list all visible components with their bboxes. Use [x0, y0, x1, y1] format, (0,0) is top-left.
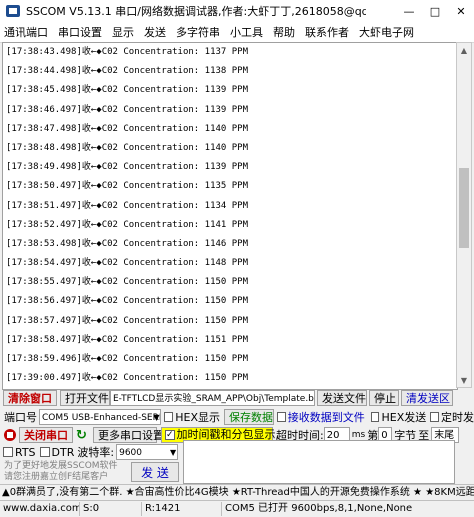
hex-send-label: HEX发送 — [381, 411, 427, 424]
receive-count: R:1421 — [142, 502, 222, 516]
status-bar: www.daxia.com S:0 R:1421 COM5 已打开 9600bp… — [0, 500, 474, 517]
open-file-button[interactable]: 打开文件 — [60, 390, 110, 406]
close-port-button[interactable]: 关闭串口 — [19, 427, 73, 443]
website-link[interactable]: www.daxia.com — [0, 502, 80, 516]
log-line: [17:38:56.497]收←◆C02 Concentration: 1150… — [6, 296, 248, 307]
log-line: [17:38:45.498]收←◆C02 Concentration: 1139… — [6, 85, 248, 96]
menu-item-port[interactable]: 通讯端口 — [0, 24, 54, 40]
scroll-thumb[interactable] — [459, 168, 469, 248]
port-select-value: COM5 USB-Enhanced-SERIAL C — [42, 413, 162, 423]
port-label: 端口号 — [4, 411, 37, 424]
port-select[interactable]: COM5 USB-Enhanced-SERIAL C ▼ — [39, 409, 162, 425]
menu-item-website[interactable]: 大虾电子网 — [355, 24, 420, 40]
log-line: [17:38:59.496]收←◆C02 Concentration: 1150… — [6, 354, 248, 364]
minimize-icon[interactable]: — — [396, 0, 422, 22]
scroll-down-icon[interactable]: ▼ — [457, 373, 471, 387]
send-input[interactable] — [183, 440, 455, 484]
save-data-button[interactable]: 保存数据 — [223, 409, 274, 425]
timed-send-label: 定时发 — [441, 411, 474, 424]
baud-label: 波特率: — [77, 446, 115, 459]
hex-send-checkbox[interactable] — [370, 412, 380, 422]
menu-item-contact[interactable]: 联系作者 — [301, 24, 355, 40]
send-file-button[interactable]: 发送文件 — [317, 390, 367, 406]
scroll-up-icon[interactable]: ▲ — [457, 43, 471, 57]
log-scrollbar[interactable]: ▲ ▼ — [456, 42, 472, 388]
file-toolbar: 清除窗口 打开文件 E-TFTLCD显示实验_SRAM_APP\Obj\Temp… — [0, 389, 474, 407]
log-line: [17:38:43.498]收←◆C02 Concentration: 1137… — [6, 47, 248, 57]
clear-send-button[interactable]: 清发送区 — [401, 390, 453, 406]
save-to-file-label: 接收数据到文件 — [287, 411, 365, 424]
more-settings-button[interactable]: 更多串口设置 — [93, 427, 164, 443]
receive-log[interactable]: [17:38:43.498]收←◆C02 Concentration: 1137… — [2, 42, 458, 390]
menu-item-help[interactable]: 帮助 — [269, 24, 301, 40]
log-line: [17:38:46.497]收←◆C02 Concentration: 1139… — [6, 104, 248, 115]
log-line: [17:38:57.497]收←◆C02 Concentration: 1150… — [6, 315, 248, 326]
log-line: [17:38:44.498]收←◆C02 Concentration: 1138… — [6, 66, 248, 77]
hex-display-label: HEX显示 — [175, 411, 220, 424]
chevron-down-icon: ▼ — [169, 448, 177, 457]
chevron-down-icon: ▼ — [153, 413, 160, 422]
title-bar: SSCOM V5.13.1 串口/网络数据调试器,作者:大虾丁丁,2618058… — [0, 0, 474, 22]
close-icon[interactable]: ✕ — [448, 0, 474, 22]
menu-item-tools[interactable]: 小工具 — [226, 24, 269, 40]
window-title: SSCOM V5.13.1 串口/网络数据调试器,作者:大虾丁丁,2618058… — [26, 5, 366, 18]
dtr-label: DTR — [51, 445, 75, 459]
hex-display-checkbox[interactable] — [164, 412, 174, 422]
maximize-icon[interactable]: □ — [422, 0, 448, 22]
log-line: [17:39:00.497]收←◆C02 Concentration: 1150… — [6, 373, 248, 384]
port-row: 端口号 COM5 USB-Enhanced-SERIAL C ▼ HEX显示 保… — [0, 408, 474, 426]
port-status: COM5 已打开 9600bps,8,1,None,None — [225, 503, 413, 514]
refresh-icon[interactable]: ↻ — [76, 428, 90, 443]
menu-item-send[interactable]: 发送 — [140, 24, 172, 40]
rts-label: RTS — [15, 445, 36, 459]
log-line: [17:38:47.498]收←◆C02 Concentration: 1140… — [6, 123, 248, 134]
save-to-file-checkbox[interactable] — [276, 412, 286, 422]
timed-send-checkbox[interactable] — [430, 412, 439, 422]
send-button[interactable]: 发 送 — [131, 462, 179, 482]
file-path-field[interactable]: E-TFTLCD显示实验_SRAM_APP\Obj\Template.bin — [110, 390, 315, 406]
log-line: [17:38:49.498]收←◆C02 Concentration: 1139… — [6, 162, 248, 173]
log-line: [17:38:48.498]收←◆C02 Concentration: 1140… — [6, 142, 248, 153]
timestamp-checkbox[interactable]: ✓ — [165, 430, 175, 440]
send-count: S:0 — [80, 502, 142, 516]
window-controls: — □ ✕ — [396, 0, 474, 22]
clear-window-button[interactable]: 清除窗口 — [3, 390, 57, 406]
log-line: [17:38:52.497]收←◆C02 Concentration: 1141… — [6, 219, 248, 230]
menu-bar: 通讯端口 串口设置 显示 发送 多字符串 小工具 帮助 联系作者 大虾电子网 — [0, 22, 474, 43]
stop-icon — [4, 429, 16, 441]
app-icon — [6, 5, 20, 17]
log-line: [17:38:58.497]收←◆C02 Concentration: 1151… — [6, 334, 248, 345]
baud-select[interactable]: 9600 ▼ — [116, 444, 179, 460]
log-line: [17:38:55.497]收←◆C02 Concentration: 1150… — [6, 277, 248, 288]
ms-label: ms — [351, 430, 366, 440]
menu-item-display[interactable]: 显示 — [108, 24, 140, 40]
log-line: [17:38:53.498]收←◆C02 Concentration: 1146… — [6, 238, 248, 249]
menu-item-serial-settings[interactable]: 串口设置 — [54, 24, 108, 40]
rts-checkbox[interactable] — [3, 447, 13, 457]
stop-button[interactable]: 停止 — [369, 390, 399, 406]
log-line: [17:38:51.497]收←◆C02 Concentration: 1134… — [6, 200, 248, 211]
log-line: [17:38:50.497]收←◆C02 Concentration: 1135… — [6, 181, 248, 192]
log-line: [17:38:54.497]收←◆C02 Concentration: 1148… — [6, 258, 248, 269]
news-ticker[interactable]: ▲0群满员了,没有第二个群. ★合宙高性价比4G模块 ★RT-Thread中国人… — [0, 484, 474, 501]
promo-text: 为了更好地发展SSCOM软件 请您注册嘉立创F结尾客户 — [4, 461, 118, 482]
baud-select-value: 9600 — [119, 448, 143, 458]
menu-item-multi-string[interactable]: 多字符串 — [172, 24, 226, 40]
dtr-checkbox[interactable] — [39, 447, 50, 457]
